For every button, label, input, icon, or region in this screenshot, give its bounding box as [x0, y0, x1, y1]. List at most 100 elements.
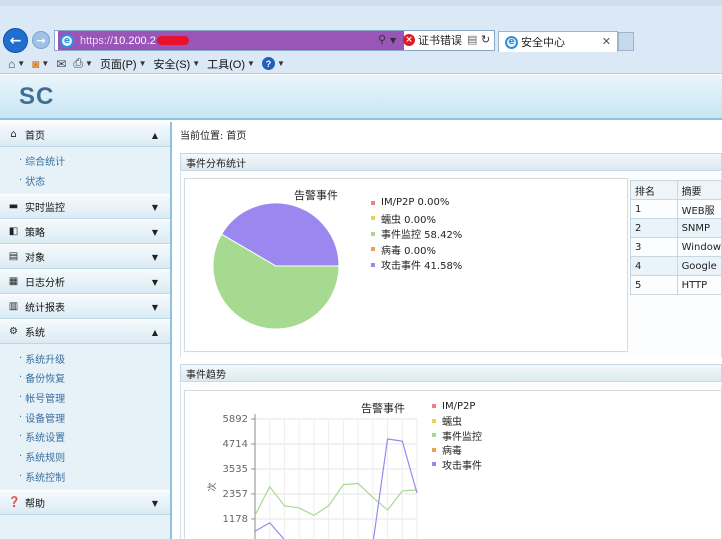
- summary-cell[interactable]: Google: [676, 256, 722, 276]
- chevron-down-icon: ▼: [85, 59, 93, 68]
- series-line-攻击事件[interactable]: [254, 438, 418, 539]
- sidebar-item-system-rules[interactable]: 系统规则: [19, 447, 170, 467]
- summary-cell[interactable]: HTTP: [676, 275, 722, 295]
- print-button[interactable]: ⎙ ▼: [73, 56, 93, 71]
- sidebar-item-system[interactable]: ⚙ 系统 ▲: [0, 319, 170, 345]
- sidebar-item-reports[interactable]: ▥ 统计报表 ▼: [0, 294, 170, 320]
- sidebar-item-overview[interactable]: 综合统计: [19, 151, 170, 171]
- rank-cell: 1: [630, 199, 678, 219]
- object-icon: ▤: [8, 251, 19, 263]
- y-axis-label: 次: [206, 482, 218, 491]
- y-tick-label: 2357: [223, 489, 248, 500]
- rss-icon: ◙: [32, 56, 40, 71]
- table-row[interactable]: 2 SNMP: [630, 218, 722, 238]
- sidebar-item-realtime[interactable]: ▬ 实时监控 ▼: [0, 194, 170, 220]
- address-bar[interactable]: e https:// 10.200.2 ⚲ ▼ × 证书错误 ▤ ↻: [54, 30, 495, 51]
- table-row[interactable]: 3 Window: [630, 237, 722, 257]
- sidebar-item-device-management[interactable]: 设备管理: [19, 407, 170, 427]
- sidebar-item-system-control[interactable]: 系统控制: [19, 467, 170, 487]
- legend-entry[interactable]: 病毒 0.00%: [371, 242, 462, 258]
- sidebar-item-log-analysis[interactable]: ▦ 日志分析 ▼: [0, 269, 170, 295]
- arrow-left-icon: ←: [9, 32, 22, 49]
- legend-entry[interactable]: 病毒: [432, 443, 482, 457]
- home-icon: ⌂: [10, 129, 17, 140]
- summary-cell[interactable]: WEB服: [676, 199, 722, 219]
- address-url-field[interactable]: e https:// 10.200.2: [58, 31, 404, 50]
- sidebar-item-help[interactable]: ❓ 帮助 ▼: [0, 490, 170, 516]
- y-tick-label: 1178: [223, 514, 248, 525]
- refresh-icon[interactable]: ↻: [481, 33, 490, 46]
- gear-icon: ⚙: [9, 326, 18, 338]
- legend-label: 事件监控 58.42%: [381, 230, 463, 242]
- main-content: 当前位置: 首页 事件分布统计 告警事件 IM/P2P 0.00% 蠕虫 0.00…: [174, 122, 722, 539]
- safety-menu[interactable]: 安全(S) ▼: [154, 56, 201, 72]
- legend-entry[interactable]: 攻击事件: [432, 457, 482, 472]
- legend-entry[interactable]: 蠕虫: [432, 414, 482, 428]
- breadcrumb: 当前位置: 首页: [180, 127, 246, 142]
- chevron-down-icon: ▼: [138, 59, 147, 68]
- page-menu-label: 页面(P): [99, 58, 137, 71]
- table-row[interactable]: 1 WEB服: [630, 199, 722, 219]
- search-icon[interactable]: ⚲: [378, 33, 386, 46]
- legend-entry[interactable]: 攻击事件 41.58%: [371, 257, 462, 273]
- mail-button[interactable]: ✉: [56, 57, 66, 71]
- close-icon[interactable]: ✕: [602, 35, 611, 48]
- table-row[interactable]: 4 Google: [630, 256, 722, 276]
- series-line-事件监控[interactable]: [254, 482, 418, 517]
- sidebar-item-account-management[interactable]: 帐号管理: [19, 388, 170, 408]
- legend-entry[interactable]: 事件监控 58.42%: [371, 226, 462, 242]
- tab-security-center[interactable]: e 安全中心 ✕: [498, 31, 618, 52]
- sidebar-item-home[interactable]: ⌂ 首页 ▲: [0, 122, 170, 147]
- breadcrumb-current: 首页: [226, 131, 247, 142]
- cert-error-label: 证书错误: [418, 34, 462, 47]
- breadcrumb-label: 当前位置:: [180, 131, 224, 142]
- sidebar-item-system-settings[interactable]: 系统设置: [19, 427, 170, 447]
- legend-entry[interactable]: 事件监控: [432, 428, 482, 443]
- url-host: 10.200.2: [113, 34, 156, 47]
- sidebar-item-system-upgrade[interactable]: 系统升级: [19, 348, 170, 368]
- sidebar-item-status[interactable]: 状态: [19, 171, 170, 191]
- sidebar-item-policy[interactable]: ◧ 策略 ▼: [0, 219, 170, 245]
- printer-icon: ⎙: [73, 56, 84, 70]
- panel-title: 事件分布统计: [186, 158, 246, 170]
- home-button[interactable]: ⌂ ▼: [8, 57, 25, 71]
- browser-chrome: ← → e https:// 10.200.2 ⚲ ▼ × 证书错误 ▤ ↻ e…: [0, 0, 722, 74]
- help-menu[interactable]: ? ▼: [261, 57, 285, 70]
- legend-entry[interactable]: IM/P2P 0.00%: [371, 195, 462, 211]
- home-submenu: 综合统计 状态: [0, 147, 170, 194]
- ie-logo-icon: e: [60, 33, 74, 48]
- monitor-icon: ▬: [8, 201, 19, 213]
- back-button[interactable]: ←: [3, 28, 28, 53]
- y-tick-label: 5892: [223, 414, 248, 425]
- legend-swatch: [432, 404, 436, 409]
- sidebar-item-backup-restore[interactable]: 备份恢复: [19, 368, 170, 388]
- app-header: SC: [0, 75, 722, 120]
- line-chart-container: 告警事件次 5892 4714 3535 2357 1178 IM/P2P 蠕虫 事件监控 病毒…: [184, 390, 722, 539]
- compat-view-icon[interactable]: ▤: [467, 33, 477, 46]
- log-icon: ▦: [8, 276, 19, 288]
- tools-menu[interactable]: 工具(O) ▼: [207, 56, 255, 72]
- legend-label: IM/P2P: [442, 400, 476, 412]
- home-icon: ⌂: [8, 56, 16, 71]
- cert-error-icon: ×: [403, 34, 415, 46]
- column-header-summary[interactable]: 摘要: [676, 180, 722, 200]
- feeds-button[interactable]: ◙ ▼: [32, 57, 49, 71]
- forward-button[interactable]: →: [32, 31, 50, 49]
- url-redaction-mark: [156, 36, 189, 45]
- legend-entry[interactable]: IM/P2P: [432, 399, 482, 414]
- chevron-up-icon: ▲: [151, 131, 158, 140]
- summary-cell[interactable]: SNMP: [676, 218, 722, 238]
- sidebar-item-objects[interactable]: ▤ 对象 ▼: [0, 244, 170, 270]
- sidebar-item-label: 实时监控: [25, 203, 65, 215]
- sidebar-item-label: 对象: [25, 253, 45, 265]
- page-menu[interactable]: 页面(P) ▼: [100, 56, 147, 72]
- table-row[interactable]: 5 HTTP: [630, 275, 722, 295]
- legend-label: 攻击事件: [442, 460, 482, 472]
- cert-error-button[interactable]: × 证书错误: [403, 32, 462, 48]
- column-header-rank[interactable]: 排名: [630, 180, 678, 200]
- summary-cell[interactable]: Window: [676, 237, 722, 257]
- new-tab-button[interactable]: [618, 32, 634, 51]
- search-dropdown-icon[interactable]: ▼: [390, 36, 396, 45]
- url-protocol: https://: [80, 34, 114, 47]
- legend-entry[interactable]: 蠕虫 0.00%: [371, 211, 462, 227]
